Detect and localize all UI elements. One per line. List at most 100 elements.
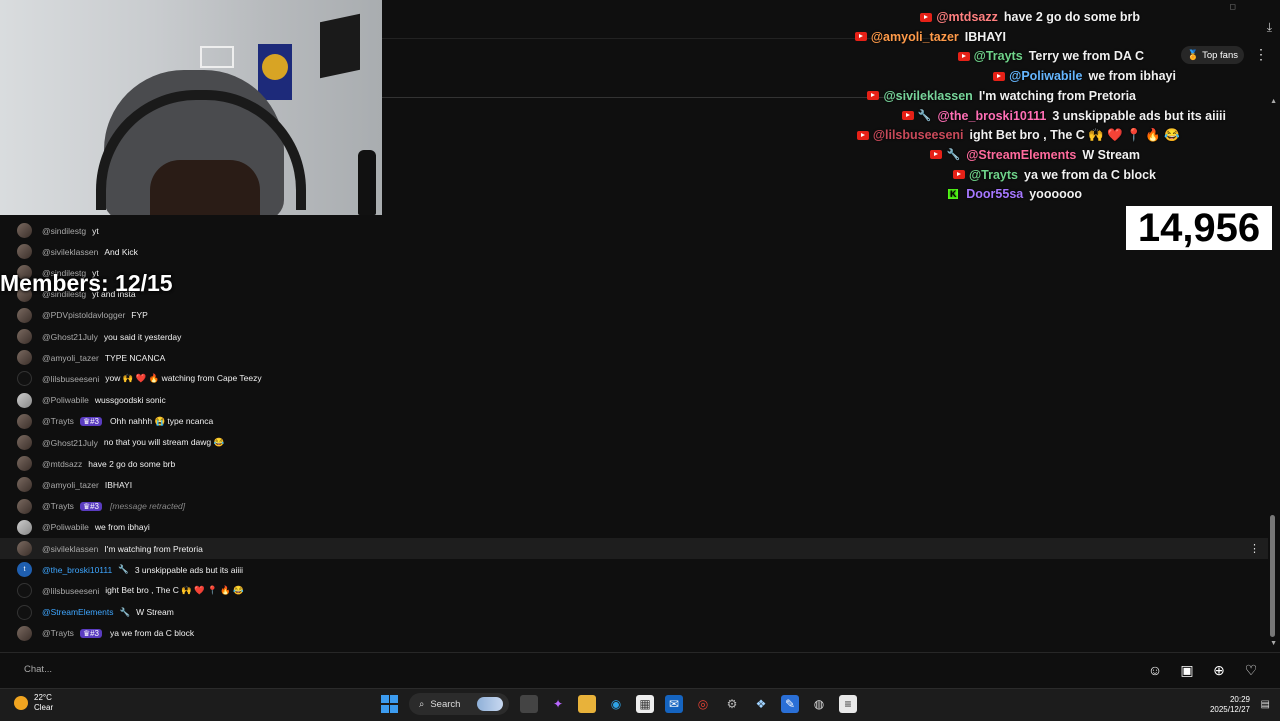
weather-widget[interactable]: 22°C Clear <box>14 693 53 713</box>
chat-author[interactable]: @Ghost21July <box>42 332 98 342</box>
chat-message[interactable]: @Trayts ♛#3 Ohh nahhh 😭 type ncanca <box>0 411 1268 432</box>
youtube-icon <box>856 130 869 140</box>
emoji-icon[interactable]: ☺ <box>1146 661 1164 679</box>
super-chat-icon[interactable]: ▣ <box>1178 661 1196 679</box>
chat-author[interactable]: @sindilestg <box>42 226 86 236</box>
member-badge: ♛#3 <box>79 501 103 511</box>
chat-author[interactable]: @Ghost21July <box>42 438 98 448</box>
mail-icon[interactable]: ✉ <box>665 695 683 713</box>
start-button[interactable] <box>380 695 398 713</box>
overlay-message: @amyoli_tazer IBHAYI <box>854 27 1006 47</box>
chat-author[interactable]: @PDVpistoldavlogger <box>42 310 125 320</box>
taskbar-search[interactable]: ⌕ Search <box>409 693 509 715</box>
chat-author[interactable]: @Trayts <box>42 501 74 511</box>
chat-author[interactable]: @StreamElements <box>42 607 113 617</box>
app-icon[interactable]: ❖ <box>752 695 770 713</box>
chrome-icon[interactable]: ◎ <box>694 695 712 713</box>
chat-author[interactable]: @mtdsazz <box>42 459 82 469</box>
webcam-bottle <box>358 150 376 215</box>
avatar[interactable] <box>17 583 32 599</box>
chat-message[interactable]: @Trayts ♛#3 [message retracted] <box>0 496 1268 517</box>
chat-author[interactable]: @amyoli_tazer <box>42 353 99 363</box>
chat-message[interactable]: @sindilestg yt <box>0 220 1268 241</box>
task-view-icon[interactable] <box>520 695 538 713</box>
avatar[interactable] <box>17 498 32 514</box>
avatar[interactable] <box>17 223 32 238</box>
chat-author[interactable]: @sivileklassen <box>42 544 98 554</box>
chat-message[interactable]: t @the_broski10111 🔧 3 unskippable ads but … <box>0 559 1268 580</box>
chat-message[interactable]: @sivileklassen I'm watching from Pretoria… <box>0 538 1268 559</box>
avatar[interactable] <box>17 477 32 493</box>
chat-message[interactable]: @Ghost21July you said it yesterday <box>0 326 1268 347</box>
download-icon[interactable]: ⤓ <box>1267 20 1272 35</box>
avatar[interactable] <box>17 541 32 556</box>
notification-icon[interactable]: ▤ <box>1261 699 1270 710</box>
chat-author[interactable]: @lilsbuseeseni <box>42 374 99 384</box>
chat-author[interactable]: @sivileklassen <box>42 247 98 257</box>
chat-input-bar: Chat... ☺ ▣ ⊕ ♡ <box>0 652 1280 689</box>
chat-text: wussgoodski sonic <box>94 395 166 406</box>
avatar[interactable] <box>17 435 32 450</box>
notepad-icon[interactable]: ≡ <box>839 695 857 713</box>
avatar[interactable] <box>17 413 32 429</box>
avatar[interactable] <box>17 244 32 260</box>
chat-message[interactable]: @PDVpistoldavlogger FYP <box>0 305 1268 326</box>
heart-icon[interactable]: ♡ <box>1242 661 1260 679</box>
avatar[interactable]: t <box>17 562 32 578</box>
chat-message[interactable]: @sivileklassen And Kick <box>0 241 1268 262</box>
avatar[interactable] <box>17 371 32 387</box>
avatar[interactable] <box>17 392 32 408</box>
chat-message[interactable]: @Poliwabile we from ibhayi <box>0 517 1268 538</box>
chat-author[interactable]: @lilsbuseeseni <box>42 586 99 596</box>
overlay-text: 3 unskippable ads but its aiiii <box>1052 108 1226 123</box>
chat-message[interactable]: @sindilestg yt <box>0 262 1268 283</box>
clock[interactable]: 20:29 2025/12/27 <box>1210 695 1250 715</box>
chat-input[interactable]: Chat... <box>24 664 52 675</box>
avatar[interactable] <box>17 604 32 620</box>
youtube-icon <box>957 51 970 61</box>
top-fans-button[interactable]: 🏅 Top fans <box>1181 46 1244 64</box>
chat-author[interactable]: @Poliwabile <box>42 522 89 532</box>
chat-message[interactable]: @lilsbuseeseni yow 🙌 ❤️ 🔥 watching from C… <box>0 368 1268 389</box>
chat-message[interactable]: @amyoli_tazer IBHAYI <box>0 474 1268 495</box>
avatar[interactable] <box>17 625 32 641</box>
obs-icon[interactable]: ◍ <box>810 695 828 713</box>
scroll-down-icon[interactable]: ▼ <box>1270 640 1277 647</box>
minimize-icon[interactable]: ◻ <box>1229 2 1236 11</box>
chat-author[interactable]: @Trayts <box>42 628 74 638</box>
copilot-icon[interactable]: ✦ <box>549 695 567 713</box>
avatar[interactable] <box>17 350 32 366</box>
message-menu-icon[interactable]: ⋮ <box>1249 542 1260 555</box>
chat-message[interactable]: @StreamElements 🔧 W Stream <box>0 602 1268 623</box>
avatar[interactable] <box>17 329 32 344</box>
more-options-icon[interactable]: ⋮ <box>1254 46 1268 63</box>
top-fans-icon: 🏅 <box>1187 49 1200 61</box>
edge-icon[interactable]: ◉ <box>607 695 625 713</box>
add-icon[interactable]: ⊕ <box>1210 661 1228 679</box>
file-explorer-icon[interactable] <box>578 695 596 713</box>
overlay-text: W Stream <box>1082 147 1140 162</box>
chat-message[interactable]: @sindilestg yt and insta <box>0 284 1268 305</box>
avatar[interactable] <box>17 307 32 323</box>
overlay-message: @sivileklassen I'm watching from Pretoria <box>867 86 1136 106</box>
chat-message[interactable]: @amyoli_tazer TYPE NCANCA <box>0 347 1268 368</box>
chat-author[interactable]: @the_broski10111 <box>42 565 112 575</box>
scroll-up-icon[interactable]: ▲ <box>1270 98 1277 105</box>
moderator-wrench-icon: 🔧 <box>946 149 961 162</box>
avatar[interactable] <box>17 456 32 472</box>
chat-author[interactable]: @Poliwabile <box>42 395 89 405</box>
chat-message[interactable]: @Trayts ♛#3 ya we from da C block <box>0 623 1268 644</box>
chat-message[interactable]: @Poliwabile wussgoodski sonic <box>0 390 1268 411</box>
chat-author[interactable]: @Trayts <box>42 416 74 426</box>
chat-message[interactable]: @Ghost21July no that you will stream dawg… <box>0 432 1268 453</box>
store-icon[interactable]: ▦ <box>636 695 654 713</box>
chat-author[interactable]: @amyoli_tazer <box>42 480 99 490</box>
avatar[interactable] <box>17 519 32 535</box>
chat-message[interactable]: @lilsbuseeseni ight Bet bro , The C 🙌 ❤️ … <box>0 580 1268 601</box>
chat-message[interactable]: @mtdsazz have 2 go do some brb <box>0 453 1268 474</box>
settings-icon[interactable]: ⚙ <box>723 695 741 713</box>
webcam-face <box>150 160 260 215</box>
snip-icon[interactable]: ✎ <box>781 695 799 713</box>
scrollbar-thumb[interactable] <box>1270 515 1275 637</box>
overlay-message: @Poliwabile we from ibhayi <box>993 66 1176 86</box>
